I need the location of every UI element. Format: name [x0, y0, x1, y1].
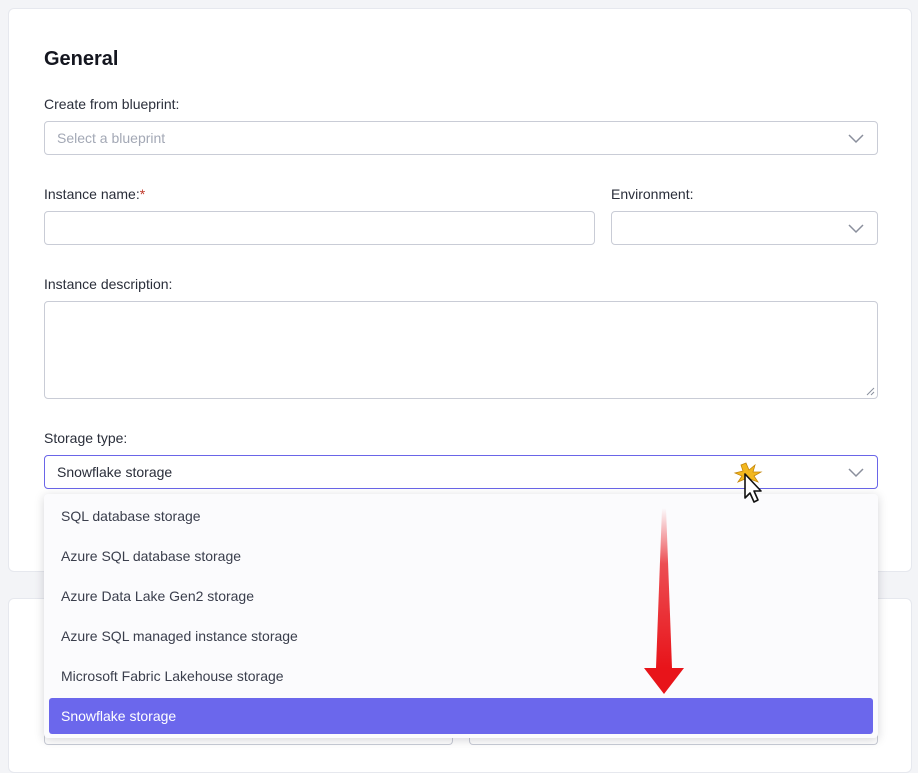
storage-option-fabric-lakehouse[interactable]: Microsoft Fabric Lakehouse storage	[49, 658, 873, 694]
description-label: Instance description:	[44, 276, 173, 292]
chevron-down-icon	[848, 468, 864, 478]
storage-type-label: Storage type:	[44, 430, 128, 446]
blueprint-select[interactable]: Select a blueprint	[44, 121, 878, 155]
storage-option-azure-data-lake-gen2[interactable]: Azure Data Lake Gen2 storage	[49, 578, 873, 614]
mouse-pointer-icon	[733, 462, 763, 503]
resize-handle-icon[interactable]	[866, 387, 875, 396]
section-title: General	[44, 48, 119, 70]
option-label: Azure SQL managed instance storage	[61, 628, 298, 644]
option-label: Microsoft Fabric Lakehouse storage	[61, 668, 284, 684]
instance-name-input[interactable]	[44, 211, 595, 245]
option-label: Azure Data Lake Gen2 storage	[61, 588, 255, 604]
environment-select[interactable]	[611, 211, 878, 245]
option-label: Azure SQL database storage	[61, 548, 242, 564]
storage-option-snowflake[interactable]: Snowflake storage	[49, 698, 873, 734]
required-mark: *	[139, 186, 146, 202]
option-label: Snowflake storage	[61, 708, 177, 724]
instance-name-label: Instance name:*	[44, 186, 146, 202]
blueprint-label: Create from blueprint:	[44, 96, 180, 112]
chevron-down-icon	[848, 224, 864, 234]
environment-label: Environment:	[611, 186, 694, 202]
description-textarea[interactable]	[44, 301, 878, 399]
red-arrow-down-icon	[644, 508, 684, 694]
option-label: SQL database storage	[61, 508, 201, 524]
storage-option-azure-sql-database[interactable]: Azure SQL database storage	[49, 538, 873, 574]
storage-option-azure-sql-managed-instance[interactable]: Azure SQL managed instance storage	[49, 618, 873, 654]
blueprint-placeholder: Select a blueprint	[57, 130, 166, 146]
storage-type-value: Snowflake storage	[57, 464, 173, 480]
storage-type-dropdown: SQL database storage Azure SQL database …	[44, 494, 878, 738]
chevron-down-icon	[848, 134, 864, 144]
